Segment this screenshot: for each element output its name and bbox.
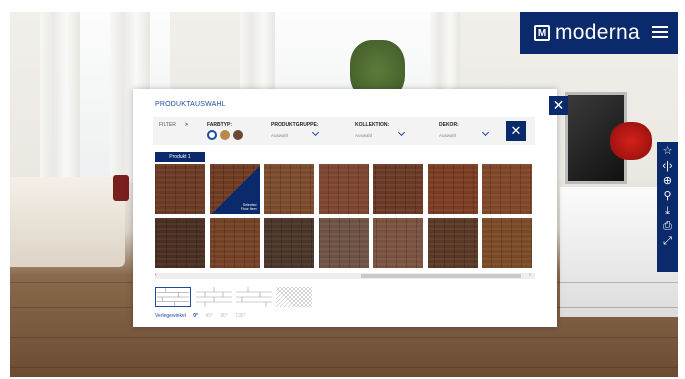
pattern-brick[interactable]	[196, 287, 232, 307]
product-tile[interactable]	[482, 164, 532, 214]
zoom-icon[interactable]: ⊕	[657, 174, 678, 189]
product-tile[interactable]	[155, 164, 205, 214]
angle-90[interactable]: 90°	[220, 313, 228, 319]
farbtyp-label: FARBTYP:	[207, 122, 232, 128]
product-tile[interactable]	[318, 164, 369, 214]
angle-0[interactable]: 0°	[193, 313, 198, 319]
product-selection-panel: PRODUKTAUSWAHL FILTER > FARBTYP: PRODUKT…	[133, 89, 557, 327]
product-grid: Selected Floor Item	[155, 164, 537, 269]
kollektion-select[interactable]: Auswahl	[355, 133, 372, 138]
swatch-dark[interactable]	[233, 130, 243, 140]
chevron-down-icon[interactable]	[311, 128, 320, 137]
filter-arrow-icon[interactable]: >	[185, 122, 188, 128]
product-tile[interactable]	[209, 218, 260, 268]
swatch-medium[interactable]	[220, 130, 230, 140]
produktgruppe-select[interactable]: Auswahl	[271, 133, 288, 138]
brand-header: M moderna	[520, 12, 678, 54]
dekor-label: DEKOR:	[439, 122, 459, 128]
curtain	[40, 12, 80, 182]
close-filter-button[interactable]: ✕	[506, 121, 526, 141]
angle-135[interactable]: 135°	[235, 313, 245, 319]
filter-bar: FILTER > FARBTYP: PRODUKTGRUPPE: Auswahl…	[153, 117, 535, 145]
red-flowers	[610, 122, 652, 160]
angle-45[interactable]: 45°	[205, 313, 213, 319]
sofa	[10, 177, 125, 267]
tab-product-1[interactable]: Produkt 1	[155, 152, 205, 162]
product-tile[interactable]	[264, 218, 314, 268]
filter-label[interactable]: FILTER	[159, 122, 176, 128]
star-icon[interactable]: ☆	[657, 144, 678, 159]
produktgruppe-label: PRODUKTGRUPPE:	[271, 122, 319, 128]
pattern-offset[interactable]	[236, 287, 272, 307]
panel-title: PRODUKTAUSWAHL	[155, 101, 226, 108]
pattern-straight[interactable]	[155, 287, 191, 307]
fullscreen-icon[interactable]: ⤢	[657, 234, 678, 249]
pattern-herringbone[interactable]	[276, 287, 312, 307]
right-toolbar: ☆ ‹|› ⊕ ⚲ ⤓ ⎙ ⤢	[657, 142, 678, 272]
chevron-down-icon[interactable]	[397, 128, 406, 137]
product-tile[interactable]	[373, 164, 423, 214]
compare-icon[interactable]: ‹|›	[657, 159, 678, 174]
kollektion-label: KOLLEKTION:	[355, 122, 390, 128]
product-tile[interactable]	[373, 218, 423, 268]
product-tile[interactable]	[155, 218, 205, 268]
selected-tile-label: Selected Floor Item	[240, 202, 257, 211]
link-icon[interactable]: ⚲	[657, 189, 678, 204]
scrollbar-thumb[interactable]	[361, 274, 521, 278]
product-tile[interactable]	[427, 164, 478, 214]
close-panel-button[interactable]: ✕	[549, 96, 568, 115]
brand-name: moderna	[555, 21, 640, 44]
product-tile[interactable]: Selected Floor Item	[209, 164, 260, 214]
print-icon[interactable]: ⎙	[657, 219, 678, 234]
scroll-left-icon[interactable]: ‹	[155, 272, 157, 278]
pillow	[113, 175, 129, 201]
scroll-right-icon[interactable]: ›	[529, 272, 531, 278]
product-tile[interactable]	[482, 218, 532, 268]
swatch-light[interactable]	[207, 130, 217, 140]
chevron-down-icon[interactable]	[481, 128, 490, 137]
dekor-select[interactable]: Auswahl	[439, 133, 456, 138]
product-tile[interactable]	[318, 218, 369, 268]
laying-angle-label: Verlegewinkel	[155, 313, 186, 319]
product-tile[interactable]	[264, 164, 314, 214]
brand-logo-icon: M	[534, 25, 550, 41]
laying-angle-row: Verlegewinkel 0° 45° 90° 135°	[155, 313, 252, 319]
download-icon[interactable]: ⤓	[657, 204, 678, 219]
menu-icon[interactable]	[652, 26, 668, 38]
product-tile[interactable]	[427, 218, 478, 268]
